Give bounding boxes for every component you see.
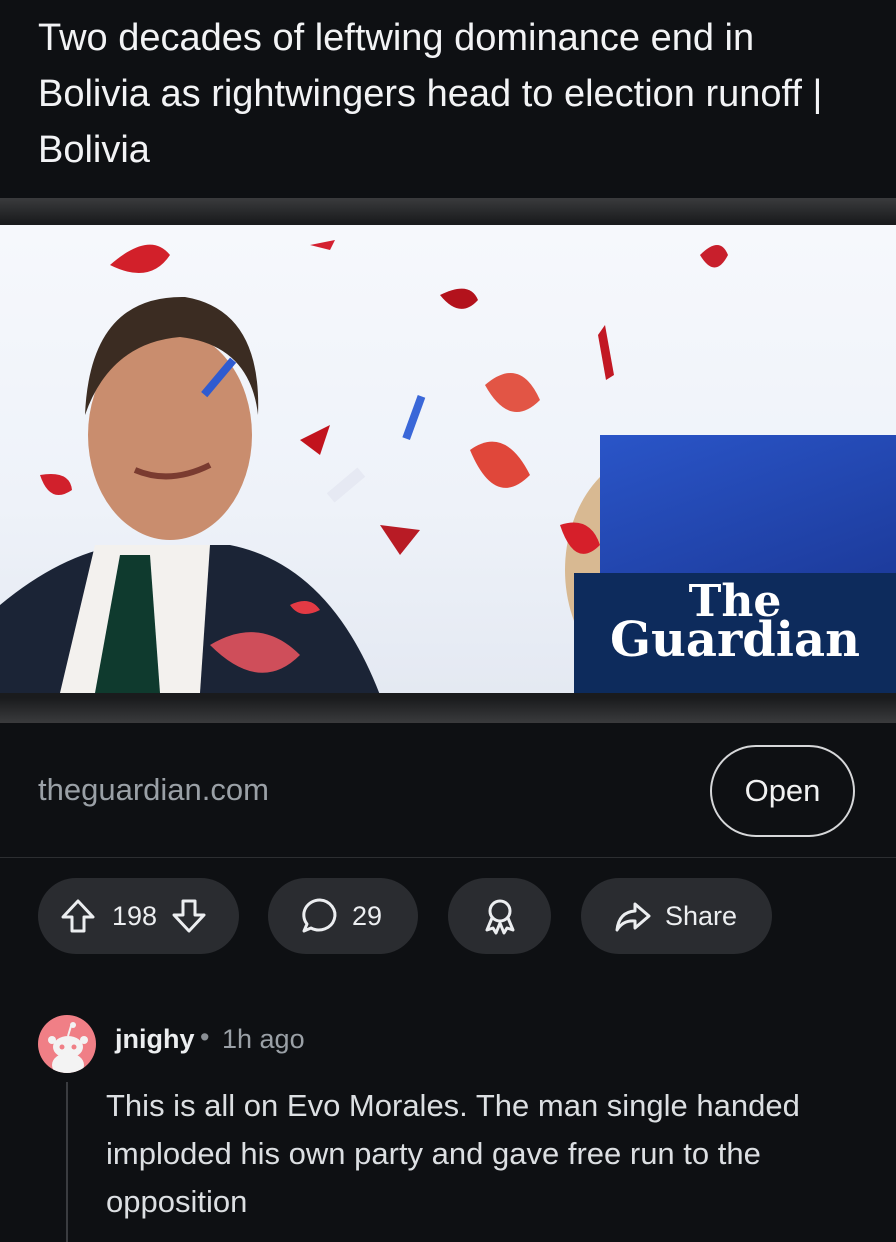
comment-timestamp: 1h ago bbox=[222, 1024, 305, 1054]
comment-icon bbox=[300, 896, 340, 936]
logo-guardian: Guardian bbox=[609, 612, 861, 668]
downvote-icon[interactable] bbox=[169, 896, 209, 936]
meta-separator: • bbox=[200, 1022, 210, 1052]
vote-count: 198 bbox=[112, 900, 158, 931]
comment-count: 29 bbox=[352, 900, 383, 931]
vote-pill: 198 bbox=[38, 878, 239, 954]
open-button[interactable]: Open bbox=[710, 745, 855, 837]
link-domain-bar: theguardian.com Open bbox=[0, 742, 896, 858]
preview-image[interactable]: The Guardian bbox=[0, 225, 896, 693]
avatar[interactable] bbox=[38, 1015, 96, 1073]
share-label: Share bbox=[665, 900, 738, 931]
snoo-icon bbox=[48, 1022, 88, 1073]
guardian-logo: The Guardian bbox=[574, 573, 896, 693]
award-icon bbox=[480, 896, 520, 936]
upvote-icon[interactable] bbox=[58, 896, 98, 936]
link-preview[interactable]: The Guardian bbox=[0, 198, 896, 723]
post-title[interactable]: Two decades of leftwing dominance end in… bbox=[38, 10, 868, 178]
thread-line[interactable] bbox=[66, 1082, 68, 1242]
share-button[interactable]: Share bbox=[581, 878, 772, 954]
comment-username[interactable]: jnighy bbox=[115, 1024, 195, 1055]
comments-button[interactable]: 29 bbox=[268, 878, 418, 954]
share-icon bbox=[613, 896, 653, 936]
post-actions: 198 29 Share bbox=[0, 878, 896, 954]
comment-item: jnighy • 1h ago This is all on Evo Moral… bbox=[0, 1010, 896, 1242]
comment-body: This is all on Evo Morales. The man sing… bbox=[106, 1088, 800, 1219]
link-domain[interactable]: theguardian.com bbox=[38, 772, 269, 808]
award-button[interactable] bbox=[448, 878, 551, 954]
background-banner bbox=[600, 435, 896, 585]
